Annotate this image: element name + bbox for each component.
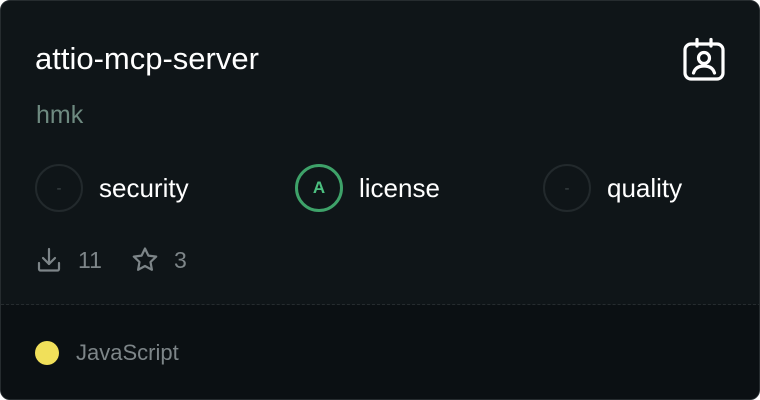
language-indicator: JavaScript — [35, 338, 179, 368]
license-grade-circle: A — [295, 164, 343, 212]
server-card[interactable]: attio-mcp-server hmk - security A licens… — [0, 0, 760, 400]
author-name[interactable]: hmk — [36, 99, 83, 131]
quality-label: quality — [607, 173, 683, 203]
language-name: JavaScript — [76, 340, 179, 365]
security-grade-circle: - — [35, 164, 83, 212]
downloads-stat: 11 — [35, 245, 102, 275]
star-icon — [132, 247, 158, 271]
server-title[interactable]: attio-mcp-server — [35, 39, 259, 79]
stars-stat: 3 — [131, 245, 187, 275]
stars-count: 3 — [174, 247, 187, 273]
quality-grade-circle: - — [543, 164, 591, 212]
security-score[interactable]: - security — [35, 164, 189, 212]
license-score[interactable]: A license — [295, 164, 440, 212]
download-icon — [37, 247, 61, 272]
contact-card-icon — [683, 37, 725, 81]
license-label: license — [359, 173, 440, 203]
security-label: security — [99, 173, 189, 203]
language-color-dot — [35, 341, 59, 365]
quality-score[interactable]: - quality — [543, 164, 682, 212]
downloads-count: 11 — [78, 247, 102, 273]
